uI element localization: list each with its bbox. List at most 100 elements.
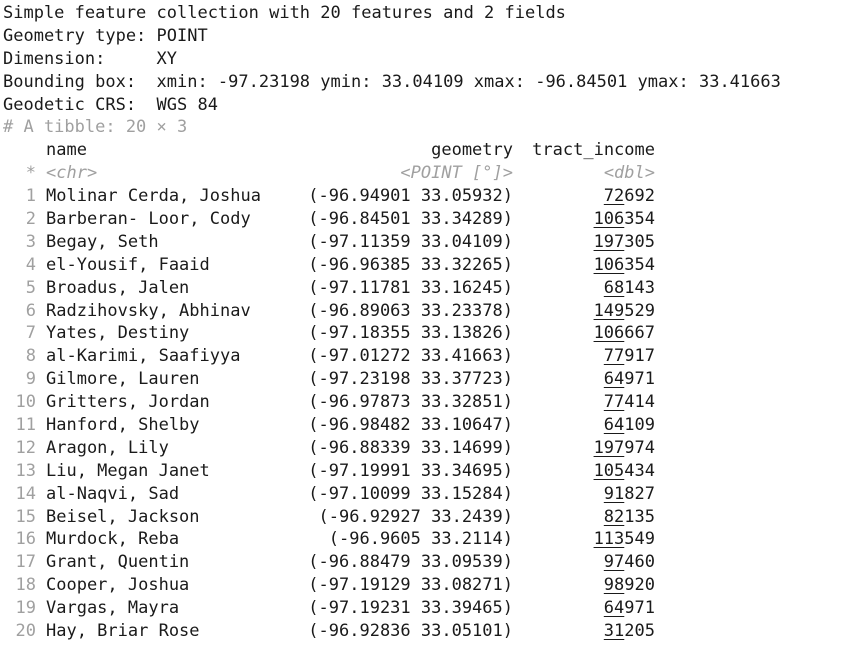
table-row: 13 Liu, Megan Janet (-97.19991 33.34695) 10… (3, 460, 848, 483)
table-row: 4 el-Yousif, Faaid (-96.96385 33.32265) 106… (3, 254, 848, 277)
income-thousands-digits: 98 (603, 575, 625, 596)
row-index: 7 (25, 323, 36, 344)
column-income-header: tract_income (532, 140, 655, 161)
table-row: 16 Murdock, Reba (-96.9605 33.2114) 113549 (3, 528, 848, 551)
cell-tract-income: 91827 (513, 483, 655, 506)
cell-name: Beisel, Jackson (46, 506, 200, 527)
income-low-digits: 827 (624, 483, 655, 504)
sf-crs: Geodetic CRS: WGS 84 (3, 94, 218, 115)
row-index: 11 (15, 415, 36, 436)
cell-tract-income: 77414 (513, 391, 655, 414)
row-index: 16 (15, 529, 36, 550)
row-index: 15 (15, 506, 36, 527)
table-row: 19 Vargas, Mayra (-97.19231 33.39465) 64971 (3, 597, 848, 620)
table-row: 14 al-Naqvi, Sad (-97.10099 33.15284) 91827 (3, 483, 848, 506)
cell-geometry: (-96.96385 33.32265) (308, 254, 513, 275)
cell-geometry: (-97.19991 33.34695) (308, 460, 513, 481)
income-thousands-digits: 31 (603, 621, 625, 642)
tibble-rows: 1 Molinar Cerda, Joshua (-96.94901 33.0593… (3, 185, 848, 643)
income-low-digits: 974 (624, 437, 655, 458)
table-row: 7 Yates, Destiny (-97.18355 33.13826) 10666… (3, 322, 848, 345)
row-index: 1 (25, 186, 36, 207)
cell-geometry: (-97.10099 33.15284) (308, 483, 513, 504)
income-low-digits: 205 (624, 621, 655, 642)
sf-bounding-box: Bounding box: xmin: -97.23198 ymin: 33.0… (3, 71, 781, 92)
cell-geometry: (-97.19231 33.39465) (308, 598, 513, 619)
cell-name: Hanford, Shelby (46, 415, 200, 436)
cell-tract-income: 106667 (513, 322, 655, 345)
income-thousands-digits: 82 (603, 506, 625, 527)
income-thousands-digits: 149 (593, 300, 625, 321)
r-console-output: Simple feature collection with 20 featur… (3, 2, 848, 643)
income-low-digits: 971 (624, 598, 655, 619)
cell-geometry: (-97.11359 33.04109) (308, 231, 513, 252)
cell-tract-income: 106354 (513, 208, 655, 231)
income-thousands-digits: 91 (603, 483, 625, 504)
cell-geometry: (-96.92836 33.05101) (308, 621, 513, 642)
cell-tract-income: 149529 (513, 300, 655, 323)
cell-geometry: (-96.98482 33.10647) (308, 415, 513, 436)
table-row: 2 Barberan- Loor, Cody (-96.84501 33.34289… (3, 208, 848, 231)
table-row: 6 Radzihovsky, Abhinav (-96.89063 33.23378… (3, 300, 848, 323)
table-row: 11 Hanford, Shelby (-96.98482 33.10647) 641… (3, 414, 848, 437)
income-thousands-digits: 113 (593, 529, 625, 550)
star-marker: * (25, 163, 36, 184)
row-index: 12 (15, 437, 36, 458)
income-low-digits: 549 (624, 529, 655, 550)
sf-geometry-type: Geometry type: POINT (3, 25, 208, 46)
cell-name: Barberan- Loor, Cody (46, 209, 251, 230)
cell-name: Liu, Megan Janet (46, 460, 210, 481)
row-index: 18 (15, 575, 36, 596)
income-low-digits: 305 (624, 231, 655, 252)
tibble-header: # A tibble: 20 × 3 (3, 117, 188, 138)
income-low-digits: 109 (624, 415, 655, 436)
income-thousands-digits: 197 (593, 231, 625, 252)
row-index: 4 (25, 254, 36, 275)
table-row: 8 al-Karimi, Saafiyya (-97.01272 33.41663)… (3, 345, 848, 368)
table-row: 15 Beisel, Jackson (-96.92927 33.2439) 8213… (3, 506, 848, 529)
income-thousands-digits: 64 (603, 369, 625, 390)
income-low-digits: 354 (624, 254, 655, 275)
cell-tract-income: 197305 (513, 231, 655, 254)
cell-tract-income: 97460 (513, 551, 655, 574)
cell-name: Radzihovsky, Abhinav (46, 300, 251, 321)
cell-name: Murdock, Reba (46, 529, 180, 550)
sf-dimension: Dimension: XY (3, 48, 177, 69)
row-index: 8 (25, 346, 36, 367)
cell-name: Aragon, Lily (46, 437, 169, 458)
income-thousands-digits: 72 (603, 186, 625, 207)
income-low-digits: 135 (624, 506, 655, 527)
row-index: 19 (15, 598, 36, 619)
income-thousands-digits: 64 (603, 598, 625, 619)
income-low-digits: 667 (624, 323, 655, 344)
income-low-digits: 354 (624, 209, 655, 230)
column-name-header: name (46, 140, 87, 161)
table-row: 1 Molinar Cerda, Joshua (-96.94901 33.0593… (3, 185, 848, 208)
row-index: 14 (15, 483, 36, 504)
cell-geometry: (-97.01272 33.41663) (308, 346, 513, 367)
table-row: 5 Broadus, Jalen (-97.11781 33.16245) 68143 (3, 277, 848, 300)
cell-geometry: (-97.23198 33.37723) (308, 369, 513, 390)
row-index: 13 (15, 460, 36, 481)
column-name-type: <chr> (46, 163, 98, 184)
row-index: 20 (15, 621, 36, 642)
income-thousands-digits: 64 (603, 415, 625, 436)
income-low-digits: 917 (624, 346, 655, 367)
cell-geometry: (-97.11781 33.16245) (308, 277, 513, 298)
row-index: 10 (15, 392, 36, 413)
cell-name: Cooper, Joshua (46, 575, 190, 596)
cell-name: el-Yousif, Faaid (46, 254, 210, 275)
row-index: 2 (25, 209, 36, 230)
income-thousands-digits: 106 (593, 323, 625, 344)
column-geometry-header: geometry (431, 140, 513, 161)
cell-geometry: (-96.89063 33.23378) (308, 300, 513, 321)
table-row: 17 Grant, Quentin (-96.88479 33.09539) 9746… (3, 551, 848, 574)
cell-name: Gilmore, Lauren (46, 369, 200, 390)
cell-geometry: (-96.92927 33.2439) (318, 506, 513, 527)
cell-tract-income: 197974 (513, 437, 655, 460)
cell-name: al-Naqvi, Sad (46, 483, 180, 504)
cell-tract-income: 82135 (513, 506, 655, 529)
cell-geometry: (-97.19129 33.08271) (308, 575, 513, 596)
income-thousands-digits: 97 (603, 552, 625, 573)
cell-tract-income: 72692 (513, 185, 655, 208)
